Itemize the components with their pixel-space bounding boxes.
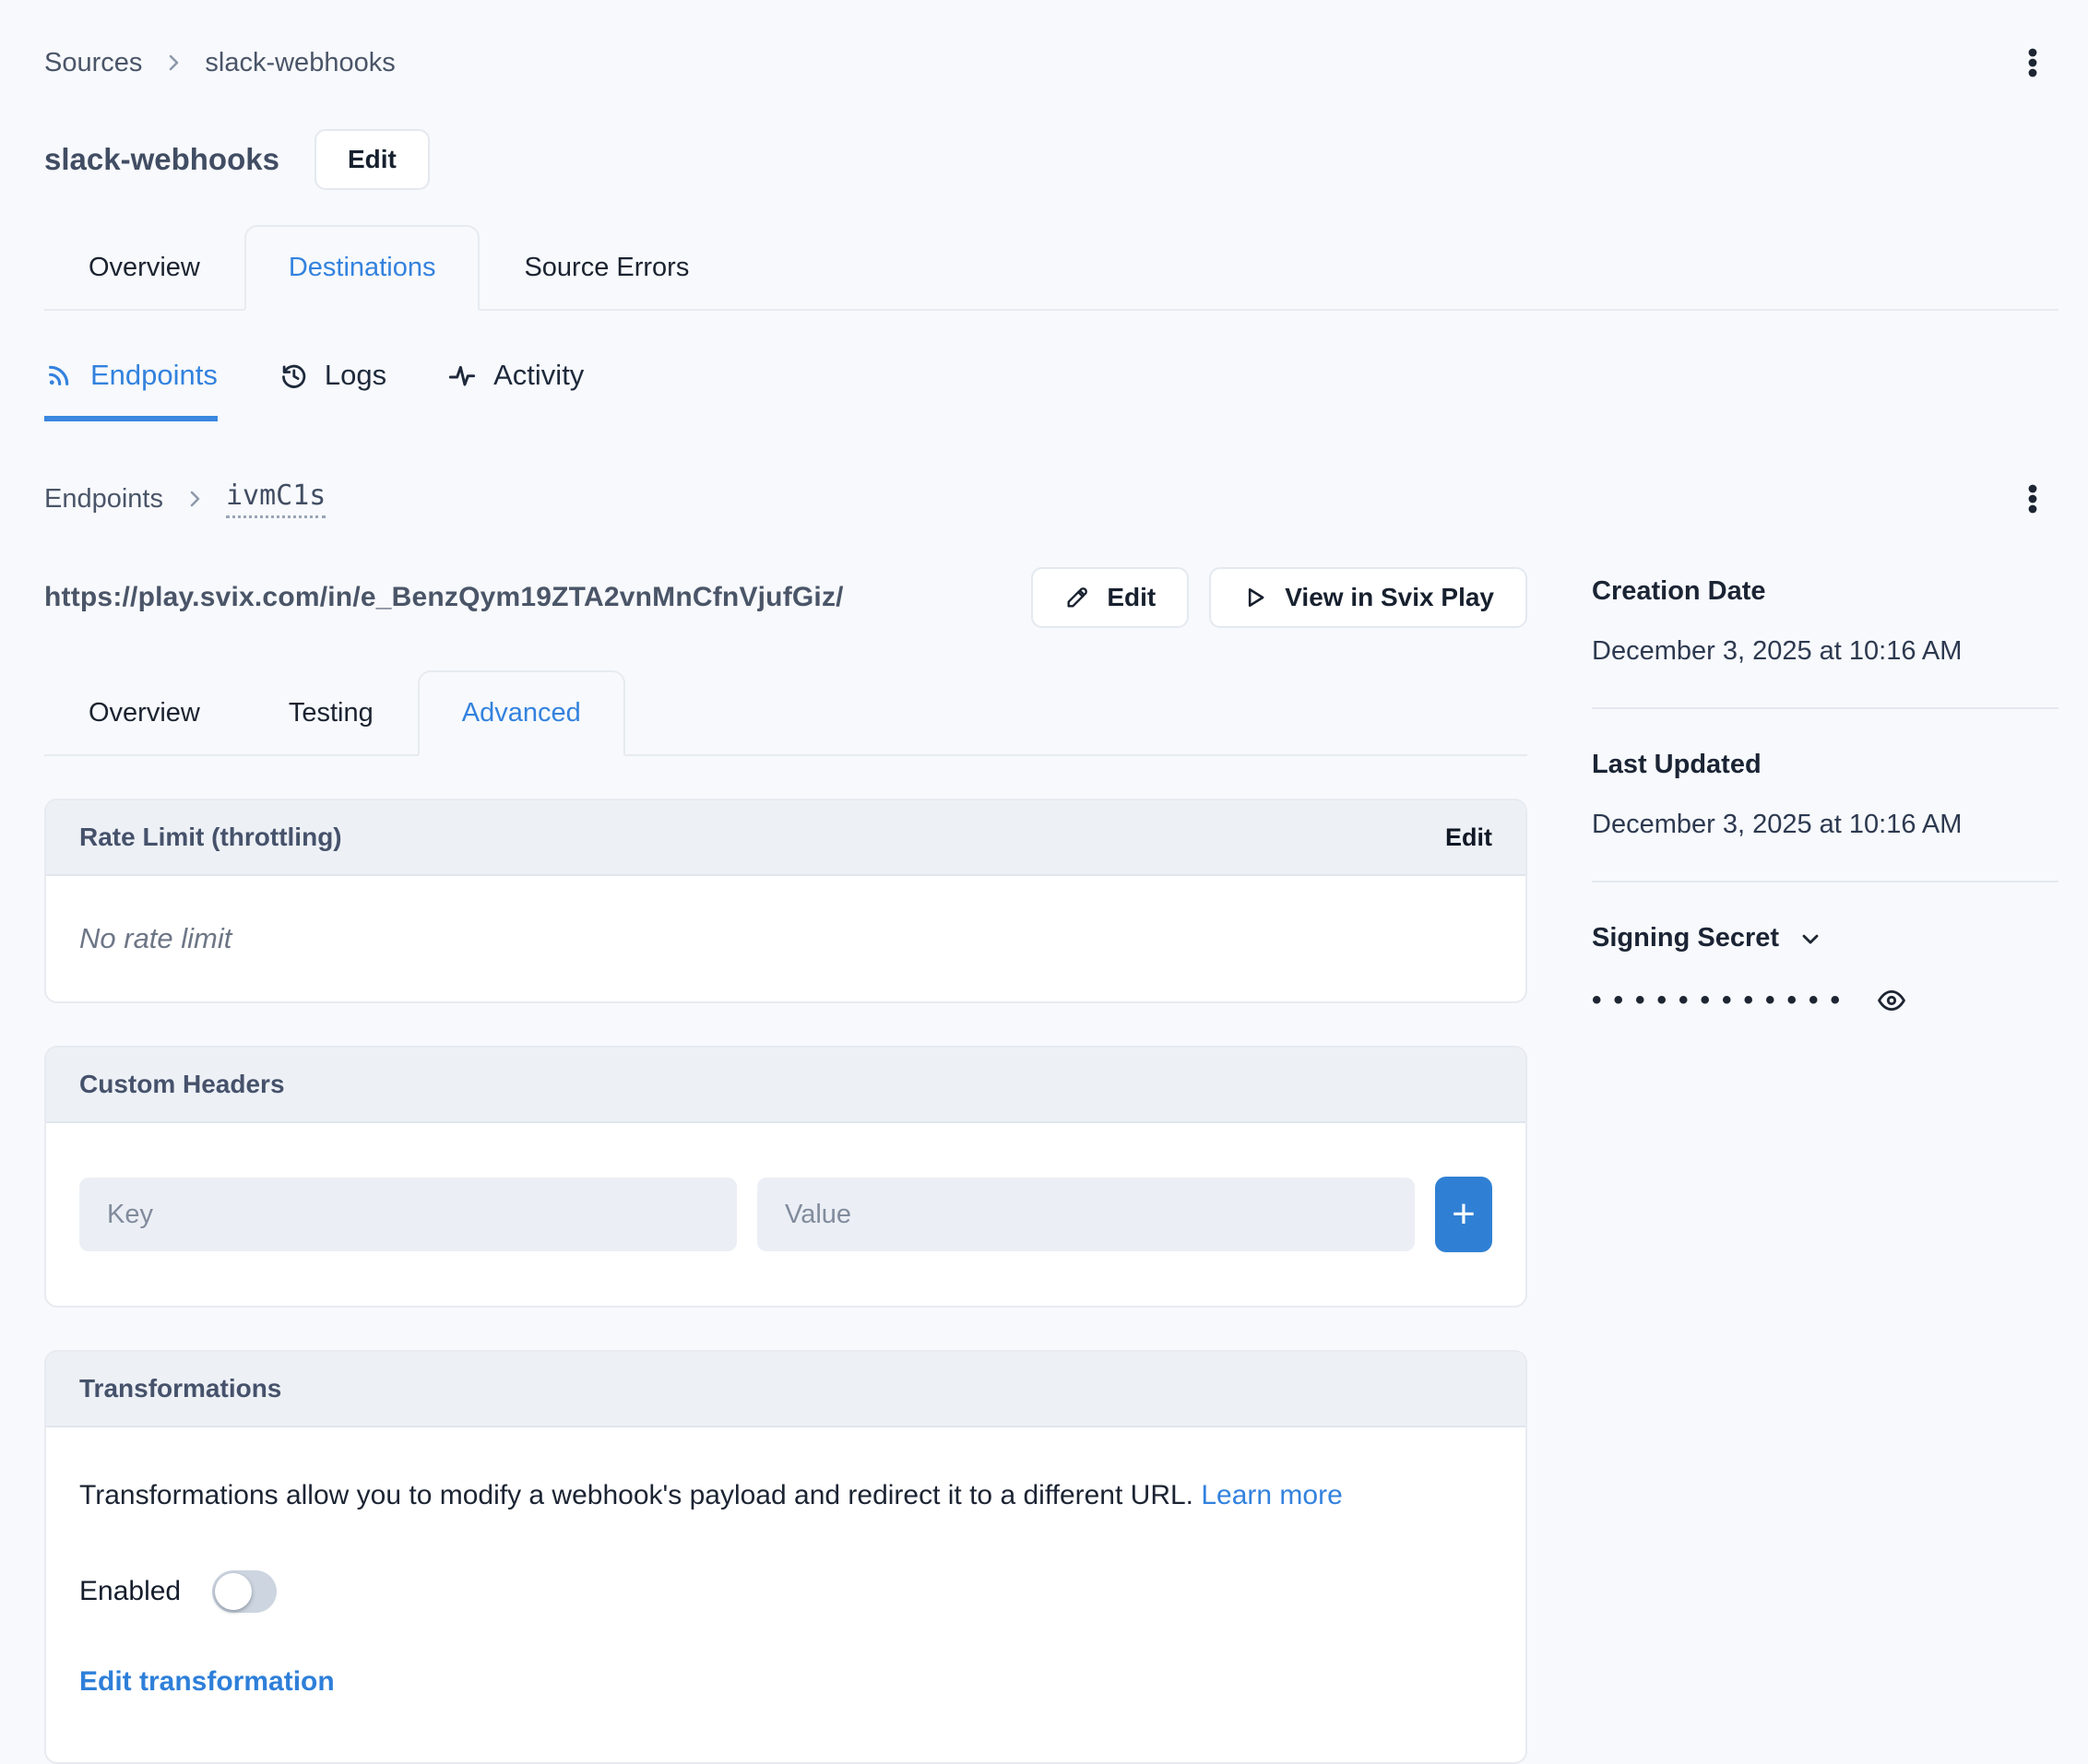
subtab-logs-label: Logs <box>325 359 386 392</box>
endpoint-url: https://play.svix.com/in/e_BenzQym19ZTA2… <box>44 582 844 613</box>
edit-endpoint-label: Edit <box>1107 583 1156 612</box>
sidebar-divider <box>1592 881 2058 882</box>
enabled-label: Enabled <box>79 1576 181 1607</box>
toggle-knob <box>215 1573 252 1610</box>
sidebar-divider <box>1592 707 2058 709</box>
header-value-input[interactable] <box>757 1178 1415 1251</box>
edit-source-button[interactable]: Edit <box>314 129 430 190</box>
history-icon <box>279 361 308 390</box>
header-key-input[interactable] <box>79 1178 737 1251</box>
subtab-logs[interactable]: Logs <box>279 359 386 421</box>
rate-limit-card-header: Rate Limit (throttling) Edit <box>46 800 1525 876</box>
endpoint-id[interactable]: ivmC1s <box>226 479 326 518</box>
breadcrumb-endpoints-link[interactable]: Endpoints <box>44 484 163 515</box>
transformations-title: Transformations <box>79 1374 281 1403</box>
chevron-down-icon <box>1797 926 1823 952</box>
tab-overview[interactable]: Overview <box>44 225 244 311</box>
transformations-enabled-toggle[interactable] <box>212 1570 277 1613</box>
signing-secret-section: Signing Secret •••••••••••• <box>1592 923 2058 1016</box>
custom-headers-card-body: + <box>46 1123 1525 1306</box>
subtab-endpoints[interactable]: Endpoints <box>44 359 218 421</box>
signing-secret-label: Signing Secret <box>1592 923 1779 953</box>
tab-endpoint-overview[interactable]: Overview <box>44 670 244 756</box>
tab-endpoint-advanced[interactable]: Advanced <box>418 670 625 756</box>
view-in-svix-play-button[interactable]: View in Svix Play <box>1209 567 1527 628</box>
rate-limit-empty-text: No rate limit <box>79 922 231 954</box>
creation-date-label: Creation Date <box>1592 576 2058 607</box>
rate-limit-title: Rate Limit (throttling) <box>79 823 342 852</box>
subtab-activity-label: Activity <box>493 359 584 392</box>
tab-endpoint-testing[interactable]: Testing <box>244 670 418 756</box>
view-in-svix-play-label: View in Svix Play <box>1285 583 1494 612</box>
creation-date-value: December 3, 2025 at 10:16 AM <box>1592 636 2058 667</box>
custom-headers-title: Custom Headers <box>79 1070 285 1099</box>
last-updated-value: December 3, 2025 at 10:16 AM <box>1592 810 2058 840</box>
endpoint-tabbar: Overview Testing Advanced <box>44 670 1527 756</box>
tab-source-errors[interactable]: Source Errors <box>480 225 733 311</box>
learn-more-link[interactable]: Learn more <box>1201 1480 1342 1510</box>
rate-limit-card-body: No rate limit <box>46 876 1525 1001</box>
top-breadcrumb-row: Sources slack-webhooks <box>44 37 2058 89</box>
transformations-card: Transformations Transformations allow yo… <box>44 1350 1527 1764</box>
breadcrumb: Sources slack-webhooks <box>44 48 396 78</box>
rss-icon <box>44 361 74 390</box>
transformations-card-header: Transformations <box>46 1352 1525 1427</box>
subtab-endpoints-label: Endpoints <box>90 359 218 392</box>
custom-headers-card-header: Custom Headers <box>46 1048 1525 1123</box>
activity-icon <box>447 361 477 390</box>
signing-secret-toggle[interactable]: Signing Secret <box>1592 923 2058 953</box>
pencil-icon <box>1064 585 1090 610</box>
last-updated-label: Last Updated <box>1592 750 2058 780</box>
endpoint-kebab-menu-icon[interactable] <box>2007 473 2058 525</box>
source-kebab-menu-icon[interactable] <box>2007 37 2058 89</box>
endpoint-breadcrumb: Endpoints ivmC1s <box>44 479 326 518</box>
subtab-activity[interactable]: Activity <box>447 359 584 421</box>
chevron-right-icon <box>184 488 206 510</box>
main-area: https://play.svix.com/in/e_BenzQym19ZTA2… <box>44 567 2058 1764</box>
breadcrumb-sources-link[interactable]: Sources <box>44 48 142 78</box>
last-updated-section: Last Updated December 3, 2025 at 10:16 A… <box>1592 750 2058 840</box>
add-header-button[interactable]: + <box>1435 1177 1492 1252</box>
title-row: slack-webhooks Edit <box>44 129 2058 190</box>
chevron-right-icon <box>162 52 184 74</box>
transformations-enabled-row: Enabled <box>79 1570 1492 1613</box>
edit-transformation-link[interactable]: Edit transformation <box>79 1666 335 1698</box>
transformations-description: Transformations allow you to modify a we… <box>79 1474 1481 1519</box>
endpoint-sidebar: Creation Date December 3, 2025 at 10:16 … <box>1592 567 2058 1016</box>
breadcrumb-current: slack-webhooks <box>205 48 395 78</box>
edit-endpoint-button[interactable]: Edit <box>1031 567 1189 628</box>
endpoint-main-column: https://play.svix.com/in/e_BenzQym19ZTA2… <box>44 567 1527 1764</box>
transformations-description-text: Transformations allow you to modify a we… <box>79 1480 1193 1510</box>
creation-date-section: Creation Date December 3, 2025 at 10:16 … <box>1592 576 2058 667</box>
custom-header-row: + <box>79 1169 1492 1260</box>
eye-icon[interactable] <box>1876 985 1907 1016</box>
destination-subtabs: Endpoints Logs Activity <box>44 359 2058 421</box>
source-tabbar: Overview Destinations Source Errors <box>44 225 2058 311</box>
rate-limit-card: Rate Limit (throttling) Edit No rate lim… <box>44 799 1527 1003</box>
rate-limit-edit-button[interactable]: Edit <box>1445 823 1492 852</box>
signing-secret-value-row: •••••••••••• <box>1592 985 2058 1016</box>
play-icon <box>1242 585 1268 610</box>
custom-headers-card: Custom Headers + <box>44 1046 1527 1308</box>
tab-destinations[interactable]: Destinations <box>244 225 480 311</box>
endpoint-detail-page: Sources slack-webhooks slack-webhooks Ed… <box>0 0 2088 1764</box>
endpoint-url-actions: Edit View in Svix Play <box>1031 567 1527 628</box>
page-title: slack-webhooks <box>44 142 279 177</box>
endpoint-url-row: https://play.svix.com/in/e_BenzQym19ZTA2… <box>44 567 1527 628</box>
endpoint-breadcrumb-row: Endpoints ivmC1s <box>44 473 2058 525</box>
transformations-card-body: Transformations allow you to modify a we… <box>46 1427 1525 1762</box>
signing-secret-mask: •••••••••••• <box>1592 985 1852 1016</box>
